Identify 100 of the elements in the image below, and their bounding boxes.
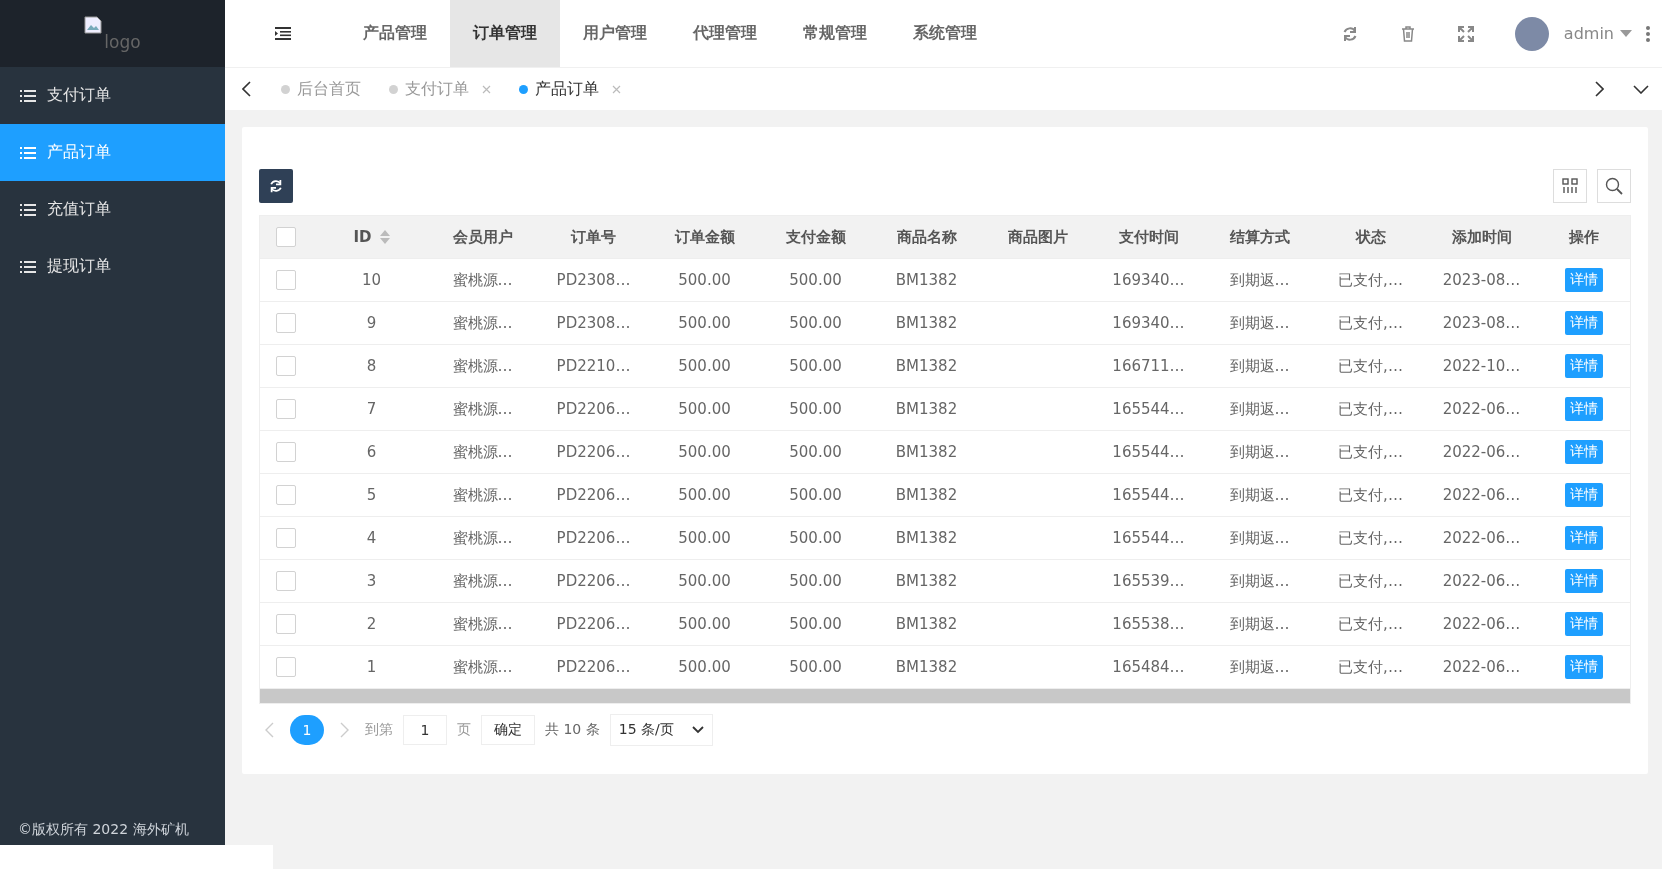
checkbox[interactable] xyxy=(276,571,296,591)
checkbox[interactable] xyxy=(276,614,296,634)
checkbox[interactable] xyxy=(276,356,296,376)
table-cell-text: BM1382 xyxy=(894,357,959,375)
table-cell-text: 已支付,… xyxy=(1337,270,1404,290)
checkbox[interactable] xyxy=(276,657,296,677)
checkbox[interactable] xyxy=(276,270,296,290)
page-input[interactable]: 1 xyxy=(403,715,447,745)
chevron-left-icon[interactable] xyxy=(241,81,251,97)
page-tab[interactable]: 产品订单 xyxy=(505,68,635,110)
chevron-down-icon xyxy=(691,726,704,734)
table-cell-text: 500.00 xyxy=(677,443,732,461)
detail-button[interactable]: 详情 xyxy=(1564,612,1603,636)
table-cell-text: BM1382 xyxy=(894,486,959,504)
refresh-button[interactable] xyxy=(259,169,293,203)
close-icon[interactable] xyxy=(482,84,491,94)
detail-button[interactable]: 详情 xyxy=(1564,311,1603,335)
table-cell-text: 已支付,… xyxy=(1337,571,1404,591)
top-menu-item[interactable]: 产品管理 xyxy=(340,0,450,67)
table-cell-text: 500.00 xyxy=(677,271,732,289)
goto-label: 到第 xyxy=(365,721,393,739)
table-cell-text: 2023-08… xyxy=(1441,314,1522,332)
table-cell-text: 蜜桃源… xyxy=(451,313,514,333)
total-count: 共 10 条 xyxy=(545,721,600,739)
refresh-icon xyxy=(269,179,283,193)
top-menu-item[interactable]: 代理管理 xyxy=(670,0,780,67)
table-cell-text: 2022-06… xyxy=(1441,443,1522,461)
top-menu-item[interactable]: 用户管理 xyxy=(560,0,670,67)
table-cell-text: 到期返… xyxy=(1228,528,1291,548)
search-button[interactable] xyxy=(1597,169,1631,203)
detail-button[interactable]: 详情 xyxy=(1564,655,1603,679)
table-cell-text: 10 xyxy=(360,271,383,289)
detail-button[interactable]: 详情 xyxy=(1564,268,1603,292)
checkbox[interactable] xyxy=(276,313,296,333)
detail-button[interactable]: 详情 xyxy=(1564,440,1603,464)
table-cell-text: 已支付,… xyxy=(1337,313,1404,333)
top-menu-item[interactable]: 常规管理 xyxy=(780,0,890,67)
detail-button[interactable]: 详情 xyxy=(1564,526,1603,550)
chevron-down-icon[interactable] xyxy=(1633,84,1649,94)
more-icon[interactable] xyxy=(1646,25,1650,42)
top-menu-item[interactable]: 订单管理 xyxy=(450,0,560,67)
table-cell-text: 到期返… xyxy=(1228,571,1291,591)
checkbox[interactable] xyxy=(276,399,296,419)
table-cell-text: 500.00 xyxy=(788,615,843,633)
chevron-right-icon[interactable] xyxy=(1594,81,1604,97)
sidebar-item[interactable]: 充值订单 xyxy=(0,181,225,238)
table-cell-text: PD2206… xyxy=(555,529,632,547)
page-tab[interactable]: 支付订单 xyxy=(375,68,505,110)
table-cell-text: 2022-06… xyxy=(1441,529,1522,547)
caret-icon[interactable] xyxy=(1620,30,1632,37)
table-cell-text: 2022-06… xyxy=(1441,615,1522,633)
sidebar-item[interactable]: 产品订单 xyxy=(0,124,225,181)
table-cell-text: 500.00 xyxy=(788,529,843,547)
confirm-button[interactable]: 确定 xyxy=(481,715,535,745)
table-cell-text: 蜜桃源… xyxy=(451,399,514,419)
table-cell-text: PD2206… xyxy=(555,443,632,461)
detail-button[interactable]: 详情 xyxy=(1564,483,1603,507)
table-cell-text: 2022-06… xyxy=(1441,400,1522,418)
checkbox[interactable] xyxy=(276,227,296,247)
table-cell-text: PD2206… xyxy=(555,572,632,590)
page-unit: 页 xyxy=(457,721,471,739)
logo-alt-text: logo xyxy=(104,31,141,52)
table-cell-text: 蜜桃源… xyxy=(451,571,514,591)
table-cell-text: 6 xyxy=(365,443,378,461)
table-cell-text: 500.00 xyxy=(677,615,732,633)
page-size-select[interactable]: 15 条/页 xyxy=(609,714,713,746)
table-cell-text: 2022-06… xyxy=(1441,486,1522,504)
table-cell-text: PD2206… xyxy=(555,486,632,504)
sidebar-item[interactable]: 支付订单 xyxy=(0,67,225,124)
username[interactable]: admin xyxy=(1563,24,1614,43)
refresh-icon[interactable] xyxy=(1341,25,1358,42)
table-cell-text: 到期返… xyxy=(1228,399,1291,419)
trash-icon[interactable] xyxy=(1400,25,1415,42)
menu-icon[interactable] xyxy=(274,27,291,40)
detail-button[interactable]: 详情 xyxy=(1564,569,1603,593)
tab-dot xyxy=(281,84,290,94)
table-cell-text: 500.00 xyxy=(788,658,843,676)
avatar[interactable] xyxy=(1514,16,1549,51)
table-cell-text: PD2206… xyxy=(555,400,632,418)
table-cell-text: 500.00 xyxy=(677,486,732,504)
checkbox[interactable] xyxy=(276,528,296,548)
table-cell-text: 500.00 xyxy=(788,314,843,332)
close-icon[interactable] xyxy=(612,84,621,94)
top-menu-item[interactable]: 系统管理 xyxy=(890,0,1000,67)
checkbox[interactable] xyxy=(276,442,296,462)
column-header: 结算方式 xyxy=(1228,227,1291,247)
columns-button[interactable] xyxy=(1553,169,1587,203)
table-cell-text: PD2308… xyxy=(555,314,632,332)
sort-icon[interactable] xyxy=(379,230,390,244)
page-tab[interactable]: 后台首页 xyxy=(267,68,375,110)
table-cell-text: 165484… xyxy=(1111,658,1186,676)
detail-button[interactable]: 详情 xyxy=(1564,354,1603,378)
fullscreen-icon[interactable] xyxy=(1457,25,1474,42)
table-cell-text: BM1382 xyxy=(894,271,959,289)
column-header[interactable]: ID xyxy=(353,228,372,246)
scrollbar[interactable] xyxy=(260,689,1630,703)
checkbox[interactable] xyxy=(276,485,296,505)
detail-button[interactable]: 详情 xyxy=(1564,397,1603,421)
page-button[interactable]: 1 xyxy=(290,715,324,745)
sidebar-item[interactable]: 提现订单 xyxy=(0,238,225,295)
